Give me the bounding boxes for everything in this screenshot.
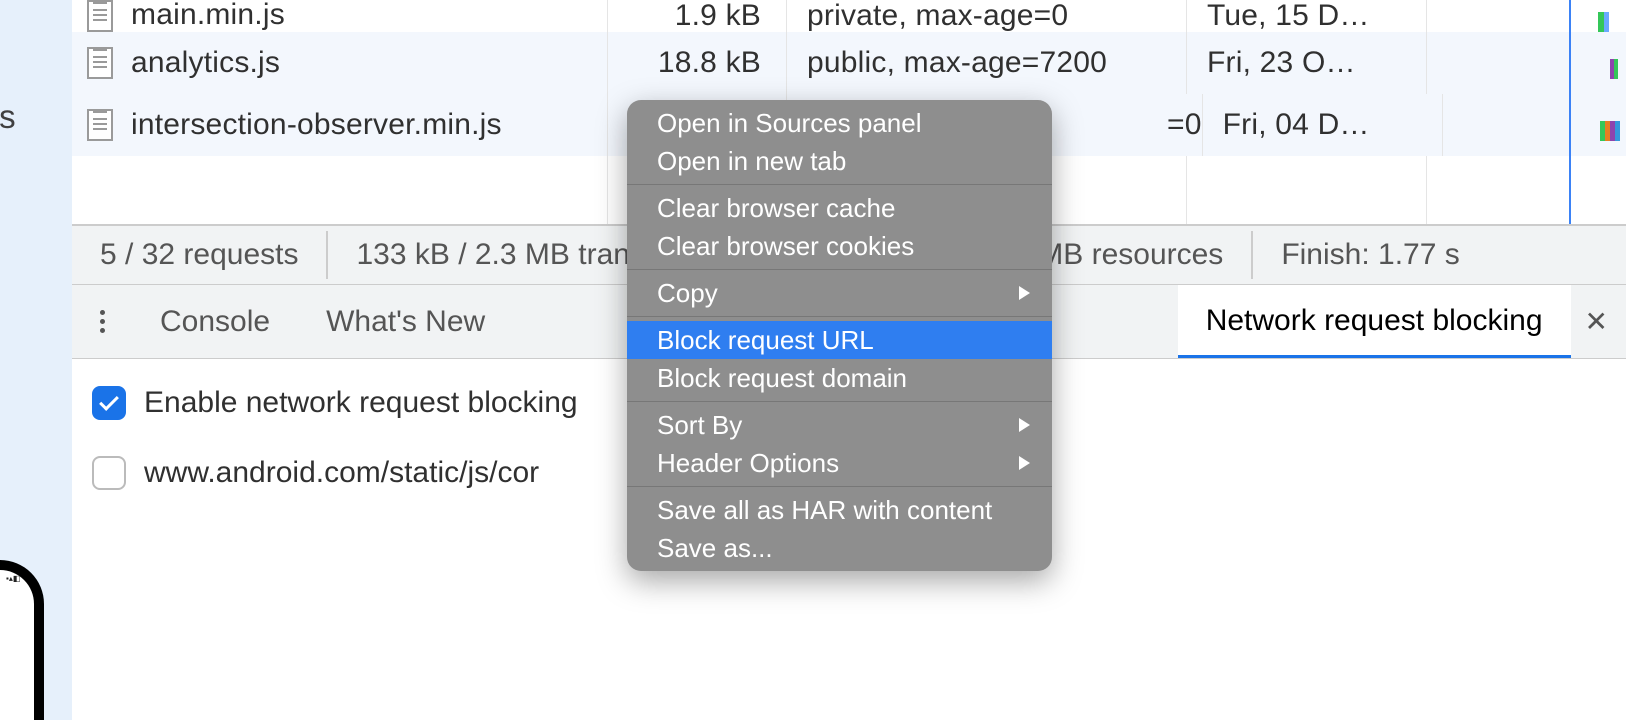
chevron-right-icon [1019, 286, 1030, 300]
tab-network-request-blocking[interactable]: Network request blocking [1178, 285, 1571, 358]
cell-size: 1.9 kB [607, 0, 787, 32]
check-icon [99, 391, 119, 411]
pattern-text: www.android.com/static/js/cor [144, 456, 539, 490]
table-row[interactable]: analytics.js 18.8 kB public, max-age=720… [72, 32, 1626, 94]
context-menu: Open in Sources panel Open in new tab Cl… [627, 100, 1052, 571]
menu-clear-cookies[interactable]: Clear browser cookies [627, 227, 1052, 265]
file-icon [87, 109, 113, 141]
menu-open-sources[interactable]: Open in Sources panel [627, 104, 1052, 142]
cell-date: Fri, 04 D… [1203, 94, 1443, 156]
cell-date: Tue, 15 D… [1187, 0, 1427, 32]
device-frame-corner: ▪▴◧ [0, 560, 44, 720]
drawer-more-button[interactable] [72, 319, 132, 324]
menu-open-new-tab[interactable]: Open in new tab [627, 142, 1052, 180]
chevron-right-icon [1019, 418, 1030, 432]
menu-clear-cache[interactable]: Clear browser cache [627, 189, 1052, 227]
page-text-fragment: /s [0, 98, 16, 136]
menu-block-domain[interactable]: Block request domain [627, 359, 1052, 397]
chevron-right-icon [1019, 456, 1030, 470]
menu-save-as[interactable]: Save as... [627, 529, 1052, 567]
menu-block-url[interactable]: Block request URL [627, 321, 1052, 359]
cell-cache: private, max-age=0 [787, 0, 1187, 32]
cell-waterfall [1427, 0, 1626, 32]
menu-sort-by[interactable]: Sort By [627, 406, 1052, 444]
close-icon[interactable]: ✕ [1585, 305, 1608, 338]
cell-name: main.min.js [127, 0, 607, 32]
file-icon [87, 0, 113, 32]
status-requests: 5 / 32 requests [72, 231, 328, 279]
page-left-sliver: /s ▪▴◧ [0, 0, 72, 720]
tab-whats-new[interactable]: What's New [298, 285, 513, 358]
table-row[interactable]: main.min.js 1.9 kB private, max-age=0 Tu… [72, 0, 1626, 32]
device-status-icons: ▪▴◧ [6, 574, 20, 583]
more-vert-icon [100, 319, 105, 324]
device-screen-corner: ▪▴◧ [0, 570, 34, 720]
menu-header-options[interactable]: Header Options [627, 444, 1052, 482]
menu-copy[interactable]: Copy [627, 274, 1052, 312]
cell-name: analytics.js [127, 46, 607, 80]
tab-console[interactable]: Console [132, 285, 298, 358]
cell-name: intersection-observer.min.js [127, 108, 607, 142]
status-finish: Finish: 1.77 s [1253, 231, 1487, 279]
file-icon [87, 47, 113, 79]
cell-waterfall [1443, 94, 1626, 156]
menu-save-har[interactable]: Save all as HAR with content [627, 491, 1052, 529]
pattern-checkbox[interactable] [92, 456, 126, 490]
enable-blocking-label: Enable network request blocking [144, 386, 578, 420]
cell-size: 18.8 kB [607, 32, 787, 94]
cell-waterfall [1427, 32, 1626, 94]
enable-blocking-checkbox[interactable] [92, 386, 126, 420]
cell-cache: public, max-age=7200 [787, 32, 1187, 94]
cell-date: Fri, 23 O… [1187, 32, 1427, 94]
